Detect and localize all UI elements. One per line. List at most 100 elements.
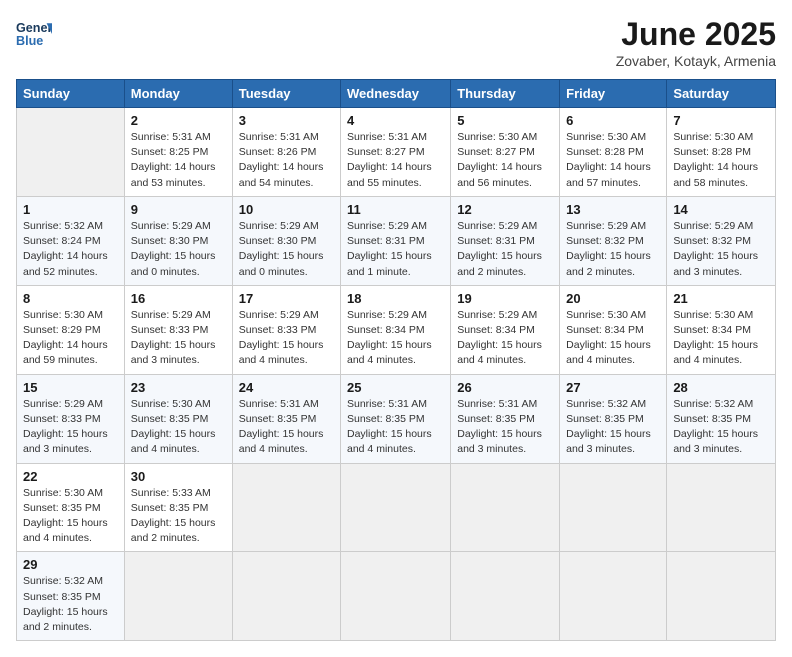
table-row: 10 Sunrise: 5:29 AM Sunset: 8:30 PM Dayli…	[232, 196, 340, 285]
table-row	[451, 552, 560, 641]
day-info: Sunrise: 5:31 AM Sunset: 8:35 PM Dayligh…	[457, 397, 553, 458]
day-number: 29	[23, 557, 118, 572]
day-number: 1	[23, 202, 118, 217]
table-row: 16Sunrise: 5:29 AM Sunset: 8:33 PM Dayli…	[124, 285, 232, 374]
table-row	[667, 552, 776, 641]
day-number: 27	[566, 380, 660, 395]
calendar-table: Sunday Monday Tuesday Wednesday Thursday…	[16, 79, 776, 641]
table-row: 25 Sunrise: 5:31 AM Sunset: 8:35 PM Dayli…	[341, 374, 451, 463]
table-row	[17, 108, 125, 197]
day-number: 15	[23, 380, 118, 395]
table-row	[232, 552, 340, 641]
table-row	[667, 463, 776, 552]
calendar-week-row: 8 Sunrise: 5:30 AM Sunset: 8:29 PM Daylig…	[17, 285, 776, 374]
day-info: Sunrise: 5:29 AM Sunset: 8:32 PM Dayligh…	[566, 219, 660, 280]
day-info: Sunrise: 5:29 AM Sunset: 8:34 PM Dayligh…	[457, 308, 553, 369]
table-row: 13Sunrise: 5:29 AM Sunset: 8:32 PM Dayli…	[560, 196, 667, 285]
calendar-week-row: 1 Sunrise: 5:32 AM Sunset: 8:24 PM Daylig…	[17, 196, 776, 285]
day-number: 12	[457, 202, 553, 217]
table-row	[451, 463, 560, 552]
table-row: 20 Sunrise: 5:30 AM Sunset: 8:34 PM Dayli…	[560, 285, 667, 374]
table-row: 4 Sunrise: 5:31 AM Sunset: 8:27 PM Daylig…	[341, 108, 451, 197]
table-row: 5 Sunrise: 5:30 AM Sunset: 8:27 PM Daylig…	[451, 108, 560, 197]
day-info: Sunrise: 5:29 AM Sunset: 8:33 PM Dayligh…	[239, 308, 334, 369]
day-info: Sunrise: 5:30 AM Sunset: 8:35 PM Dayligh…	[23, 486, 118, 547]
day-number: 24	[239, 380, 334, 395]
day-info: Sunrise: 5:31 AM Sunset: 8:35 PM Dayligh…	[239, 397, 334, 458]
table-row	[341, 463, 451, 552]
table-row: 27Sunrise: 5:32 AM Sunset: 8:35 PM Dayli…	[560, 374, 667, 463]
calendar-header-row: Sunday Monday Tuesday Wednesday Thursday…	[17, 80, 776, 108]
day-info: Sunrise: 5:29 AM Sunset: 8:30 PM Dayligh…	[239, 219, 334, 280]
day-info: Sunrise: 5:29 AM Sunset: 8:33 PM Dayligh…	[131, 308, 226, 369]
day-info: Sunrise: 5:29 AM Sunset: 8:34 PM Dayligh…	[347, 308, 444, 369]
day-info: Sunrise: 5:30 AM Sunset: 8:28 PM Dayligh…	[566, 130, 660, 191]
day-info: Sunrise: 5:32 AM Sunset: 8:35 PM Dayligh…	[673, 397, 769, 458]
table-row	[124, 552, 232, 641]
title-block: June 2025 Zovaber, Kotayk, Armenia	[616, 16, 776, 69]
day-number: 2	[131, 113, 226, 128]
calendar-week-row: 2 Sunrise: 5:31 AM Sunset: 8:25 PM Daylig…	[17, 108, 776, 197]
table-row: 8 Sunrise: 5:30 AM Sunset: 8:29 PM Daylig…	[17, 285, 125, 374]
day-info: Sunrise: 5:32 AM Sunset: 8:35 PM Dayligh…	[23, 574, 118, 635]
day-number: 4	[347, 113, 444, 128]
table-row: 14 Sunrise: 5:29 AM Sunset: 8:32 PM Dayli…	[667, 196, 776, 285]
day-info: Sunrise: 5:33 AM Sunset: 8:35 PM Dayligh…	[131, 486, 226, 547]
day-info: Sunrise: 5:31 AM Sunset: 8:27 PM Dayligh…	[347, 130, 444, 191]
table-row	[560, 463, 667, 552]
calendar-week-row: 29 Sunrise: 5:32 AM Sunset: 8:35 PM Dayli…	[17, 552, 776, 641]
table-row: 12Sunrise: 5:29 AM Sunset: 8:31 PM Dayli…	[451, 196, 560, 285]
svg-text:Blue: Blue	[16, 34, 43, 48]
table-row: 18 Sunrise: 5:29 AM Sunset: 8:34 PM Dayli…	[341, 285, 451, 374]
day-number: 8	[23, 291, 118, 306]
logo-icon: General Blue	[16, 16, 52, 52]
day-number: 20	[566, 291, 660, 306]
day-info: Sunrise: 5:29 AM Sunset: 8:31 PM Dayligh…	[347, 219, 444, 280]
day-info: Sunrise: 5:32 AM Sunset: 8:24 PM Dayligh…	[23, 219, 118, 280]
day-info: Sunrise: 5:30 AM Sunset: 8:27 PM Dayligh…	[457, 130, 553, 191]
table-row: 24 Sunrise: 5:31 AM Sunset: 8:35 PM Dayli…	[232, 374, 340, 463]
day-info: Sunrise: 5:29 AM Sunset: 8:33 PM Dayligh…	[23, 397, 118, 458]
table-row: 19Sunrise: 5:29 AM Sunset: 8:34 PM Dayli…	[451, 285, 560, 374]
table-row: 9Sunrise: 5:29 AM Sunset: 8:30 PM Daylig…	[124, 196, 232, 285]
day-info: Sunrise: 5:30 AM Sunset: 8:34 PM Dayligh…	[566, 308, 660, 369]
day-number: 14	[673, 202, 769, 217]
day-info: Sunrise: 5:31 AM Sunset: 8:35 PM Dayligh…	[347, 397, 444, 458]
table-row: 11 Sunrise: 5:29 AM Sunset: 8:31 PM Dayli…	[341, 196, 451, 285]
day-number: 26	[457, 380, 553, 395]
table-row: 21 Sunrise: 5:30 AM Sunset: 8:34 PM Dayli…	[667, 285, 776, 374]
day-number: 5	[457, 113, 553, 128]
col-thursday: Thursday	[451, 80, 560, 108]
day-info: Sunrise: 5:30 AM Sunset: 8:34 PM Dayligh…	[673, 308, 769, 369]
day-number: 30	[131, 469, 226, 484]
day-number: 7	[673, 113, 769, 128]
calendar-week-row: 22 Sunrise: 5:30 AM Sunset: 8:35 PM Dayli…	[17, 463, 776, 552]
table-row	[560, 552, 667, 641]
day-number: 22	[23, 469, 118, 484]
col-sunday: Sunday	[17, 80, 125, 108]
day-info: Sunrise: 5:30 AM Sunset: 8:28 PM Dayligh…	[673, 130, 769, 191]
day-info: Sunrise: 5:30 AM Sunset: 8:35 PM Dayligh…	[131, 397, 226, 458]
table-row: 3Sunrise: 5:31 AM Sunset: 8:26 PM Daylig…	[232, 108, 340, 197]
day-number: 18	[347, 291, 444, 306]
day-info: Sunrise: 5:31 AM Sunset: 8:25 PM Dayligh…	[131, 130, 226, 191]
table-row: 26 Sunrise: 5:31 AM Sunset: 8:35 PM Dayli…	[451, 374, 560, 463]
table-row	[341, 552, 451, 641]
day-number: 9	[131, 202, 226, 217]
logo: General Blue	[16, 16, 52, 52]
table-row: 30 Sunrise: 5:33 AM Sunset: 8:35 PM Dayli…	[124, 463, 232, 552]
day-number: 10	[239, 202, 334, 217]
col-friday: Friday	[560, 80, 667, 108]
table-row: 7 Sunrise: 5:30 AM Sunset: 8:28 PM Daylig…	[667, 108, 776, 197]
day-number: 3	[239, 113, 334, 128]
day-number: 25	[347, 380, 444, 395]
page-header: General Blue June 2025 Zovaber, Kotayk, …	[16, 16, 776, 69]
col-wednesday: Wednesday	[341, 80, 451, 108]
table-row: 2 Sunrise: 5:31 AM Sunset: 8:25 PM Daylig…	[124, 108, 232, 197]
day-info: Sunrise: 5:29 AM Sunset: 8:32 PM Dayligh…	[673, 219, 769, 280]
day-info: Sunrise: 5:30 AM Sunset: 8:29 PM Dayligh…	[23, 308, 118, 369]
table-row: 17Sunrise: 5:29 AM Sunset: 8:33 PM Dayli…	[232, 285, 340, 374]
day-number: 11	[347, 202, 444, 217]
table-row: 28Sunrise: 5:32 AM Sunset: 8:35 PM Dayli…	[667, 374, 776, 463]
day-number: 21	[673, 291, 769, 306]
